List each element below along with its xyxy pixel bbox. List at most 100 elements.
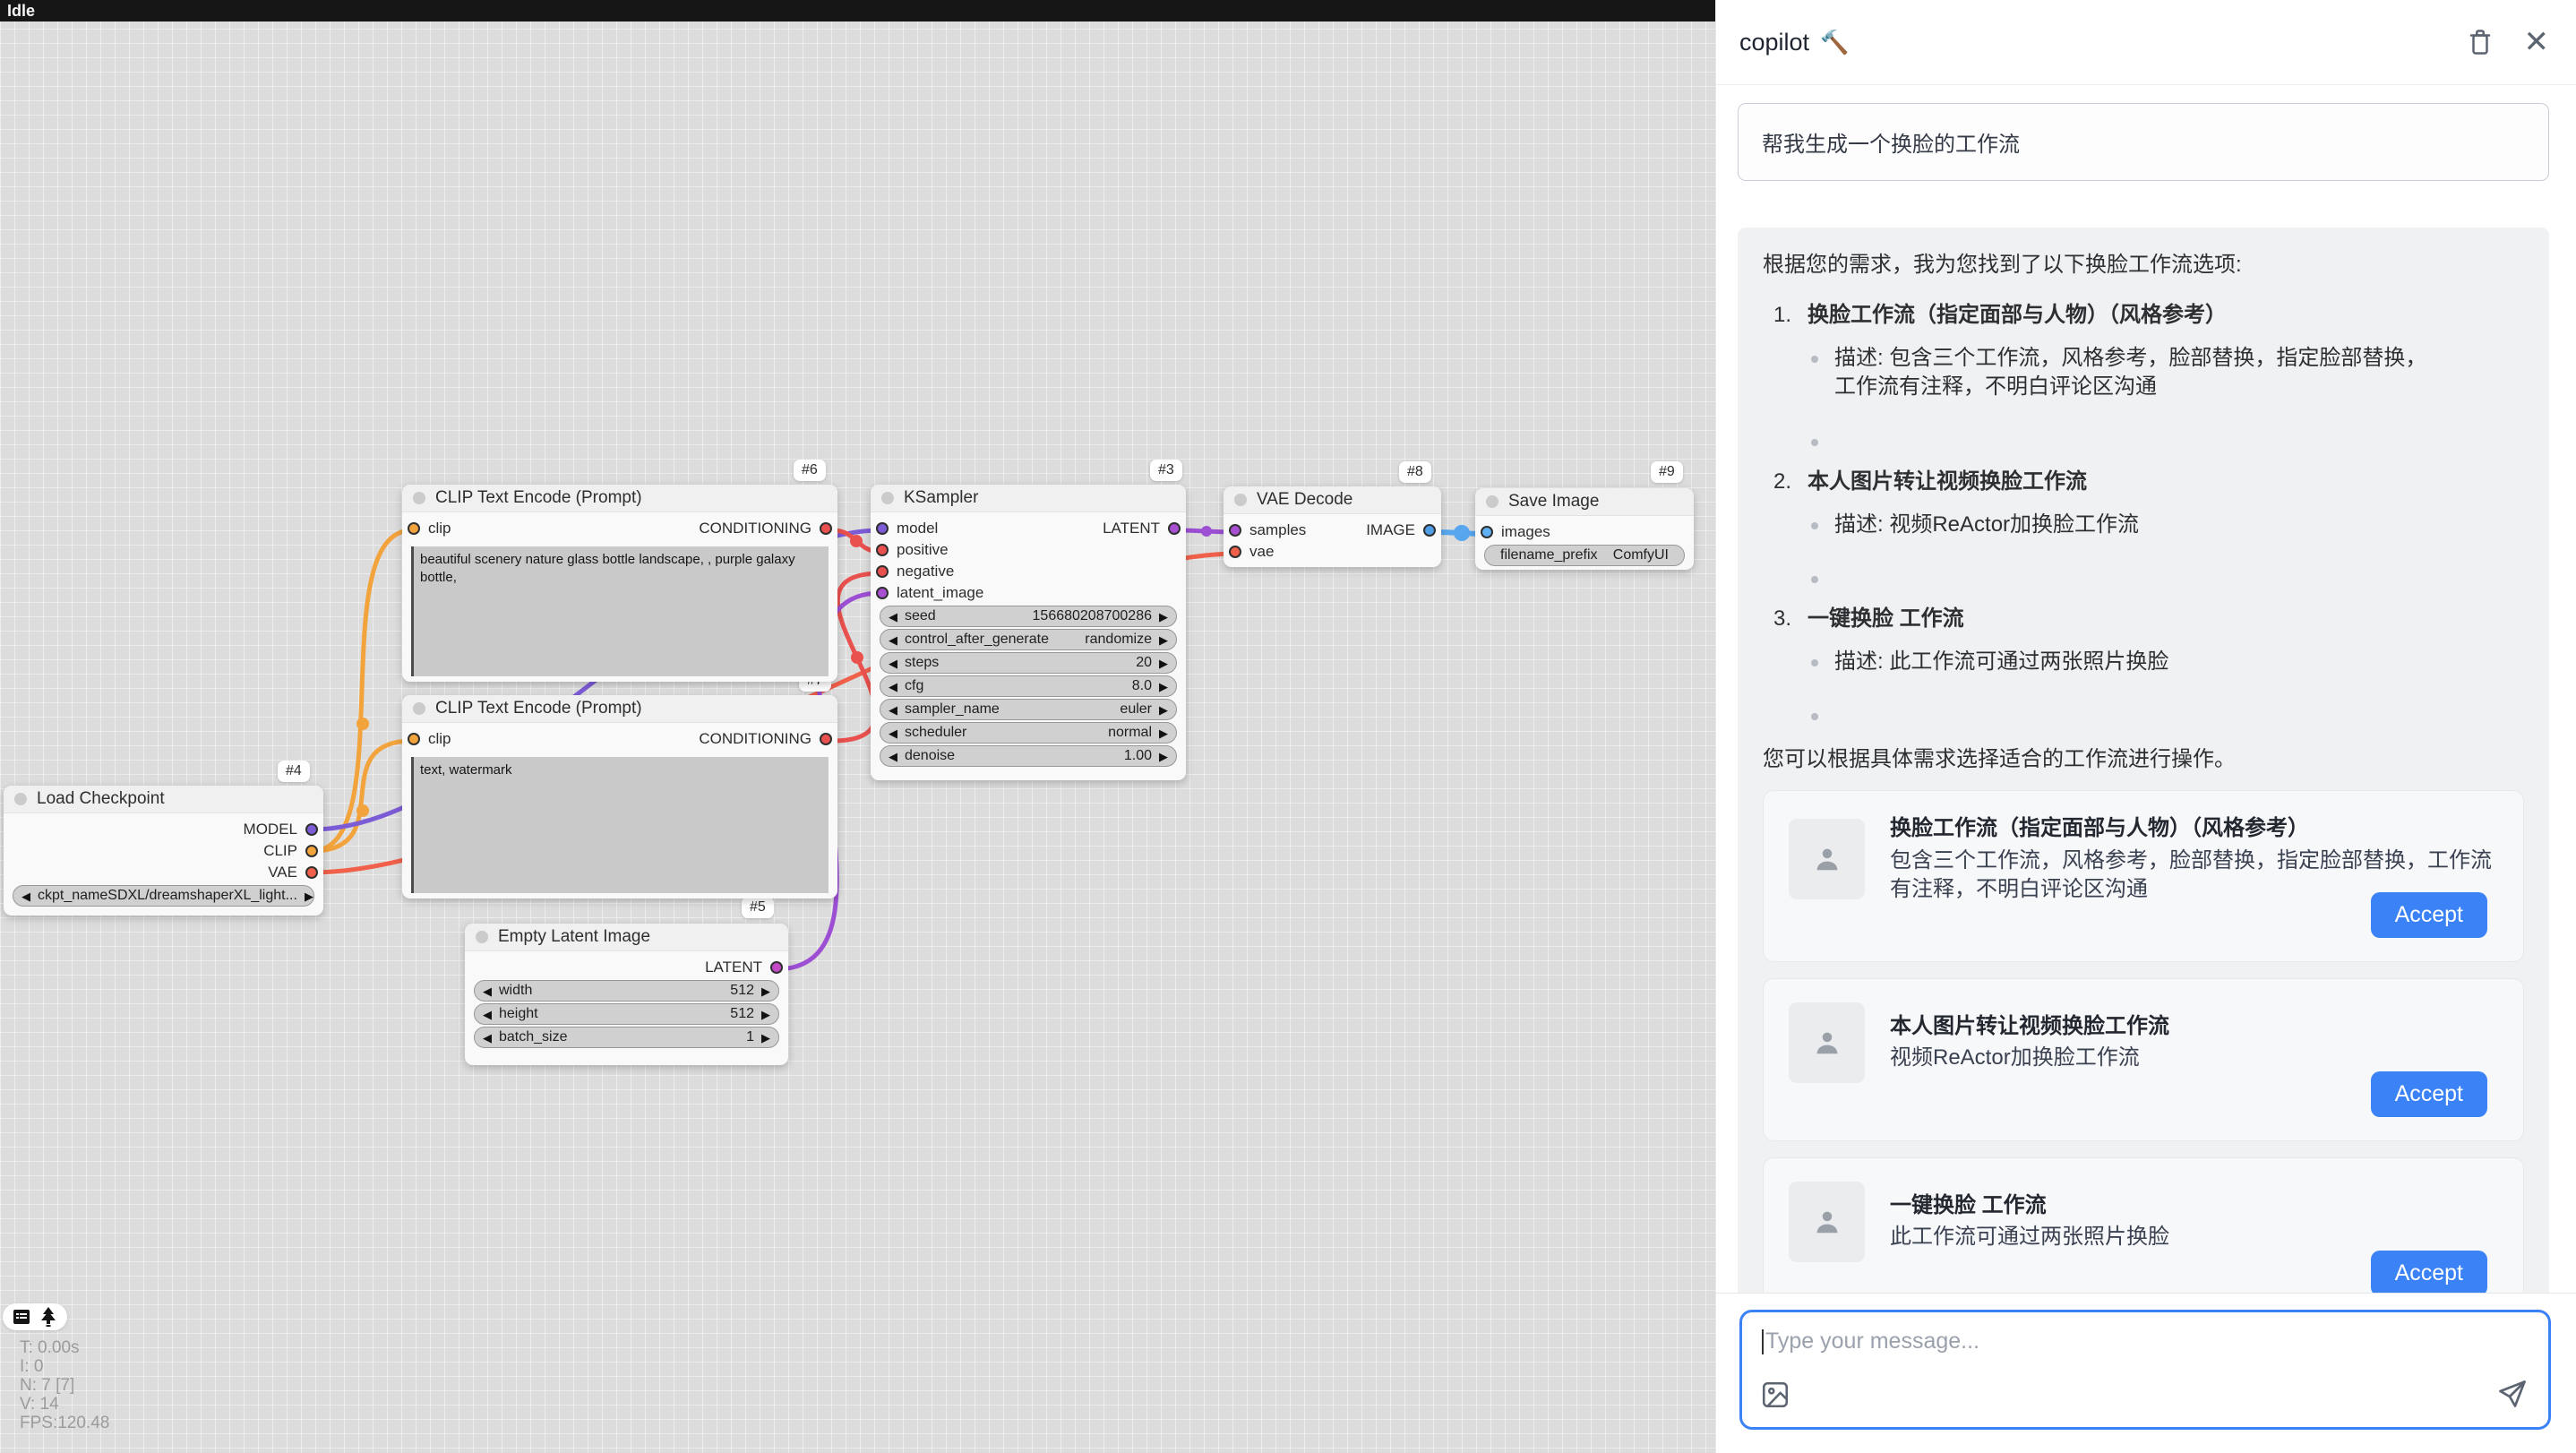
port-dot-conditioning[interactable] [820, 522, 832, 535]
node-load-checkpoint[interactable]: Load Checkpoint MODEL CLIP VAE ckpt_name… [4, 786, 323, 916]
node-titlebar[interactable]: KSampler [871, 485, 1186, 512]
canvas-toolbar[interactable] [3, 1303, 67, 1330]
node-clip-text-encode-negative[interactable]: CLIP Text Encode (Prompt) clip CONDITION… [402, 695, 837, 898]
input-port-negative[interactable]: negative [876, 563, 954, 580]
node-clip-text-encode-positive[interactable]: CLIP Text Encode (Prompt) clip CONDITION… [402, 485, 837, 682]
message-input[interactable]: Type your message... [1739, 1310, 2551, 1430]
port-dot-latent[interactable] [876, 587, 889, 599]
stepper-left-icon[interactable] [889, 611, 897, 623]
prompt-textarea[interactable]: text, watermark [411, 757, 829, 893]
collapse-dot-icon[interactable] [881, 492, 894, 504]
node-titlebar[interactable]: CLIP Text Encode (Prompt) [402, 695, 837, 723]
node-titlebar[interactable]: Load Checkpoint [4, 786, 323, 813]
node-titlebar[interactable]: VAE Decode [1224, 486, 1441, 514]
collapse-dot-icon[interactable] [1486, 495, 1498, 508]
control-after-generate-widget[interactable]: control_after_generaterandomize [880, 629, 1177, 650]
tree-icon[interactable] [39, 1307, 57, 1327]
clear-chat-button[interactable] [2467, 27, 2494, 57]
port-dot-clip[interactable] [305, 845, 318, 857]
stepper-right-icon[interactable] [1159, 634, 1168, 646]
close-icon[interactable]: ✕ [2524, 27, 2550, 57]
collapse-dot-icon[interactable] [1234, 494, 1247, 506]
denoise-widget[interactable]: denoise1.00 [880, 745, 1177, 767]
node-ksampler[interactable]: KSampler model LATENT positive negative … [871, 485, 1186, 780]
stepper-right-icon[interactable] [1159, 611, 1168, 623]
ckpt-name-widget[interactable]: ckpt_name SDXL/dreamshaperXL_light... [13, 885, 314, 907]
input-port-clip[interactable]: clip [408, 520, 451, 537]
port-dot-latent[interactable] [770, 961, 783, 974]
width-widget[interactable]: width512 [474, 980, 779, 1002]
port-dot-conditioning[interactable] [876, 544, 889, 556]
cfg-widget[interactable]: cfg8.0 [880, 675, 1177, 697]
output-port-vae[interactable]: VAE [268, 864, 318, 881]
node-titlebar[interactable]: CLIP Text Encode (Prompt) [402, 485, 837, 512]
node-graph-canvas[interactable]: #4 #6 #7 #3 #8 #9 #5 Load Checkpoint MOD… [0, 0, 1715, 1453]
port-dot-conditioning[interactable] [820, 733, 832, 745]
batch-size-widget[interactable]: batch_size1 [474, 1027, 779, 1048]
attach-image-icon[interactable] [1760, 1380, 1790, 1414]
input-port-images[interactable]: images [1481, 523, 1550, 541]
seed-widget[interactable]: seed156680208700286 [880, 606, 1177, 627]
stepper-right-icon[interactable] [761, 1032, 770, 1044]
stepper-left-icon[interactable] [889, 658, 897, 669]
output-port-conditioning[interactable]: CONDITIONING [699, 730, 832, 748]
port-dot-conditioning[interactable] [876, 565, 889, 578]
prompt-textarea[interactable]: beautiful scenery nature glass bottle la… [411, 546, 829, 676]
port-dot-model[interactable] [305, 823, 318, 836]
node-list-icon[interactable] [13, 1308, 30, 1326]
node-titlebar[interactable]: Save Image [1475, 488, 1694, 516]
output-port-image[interactable]: IMAGE [1366, 521, 1436, 539]
port-dot-clip[interactable] [408, 522, 420, 535]
output-port-latent[interactable]: LATENT [1103, 520, 1181, 537]
output-port-conditioning[interactable]: CONDITIONING [699, 520, 832, 537]
output-port-latent[interactable]: LATENT [705, 959, 783, 976]
input-port-model[interactable]: model [876, 520, 938, 537]
stepper-left-icon[interactable] [483, 1032, 492, 1044]
stepper-left-icon[interactable] [21, 890, 30, 902]
send-icon[interactable] [2496, 1378, 2529, 1414]
node-empty-latent-image[interactable]: Empty Latent Image LATENT width512 heigh… [465, 924, 788, 1065]
accept-button[interactable]: Accept [2371, 1251, 2487, 1293]
node-vae-decode[interactable]: VAE Decode samples IMAGE vae [1224, 486, 1441, 567]
stepper-left-icon[interactable] [889, 634, 897, 646]
port-dot-vae[interactable] [305, 866, 318, 879]
stepper-right-icon[interactable] [1159, 704, 1168, 716]
height-widget[interactable]: height512 [474, 1003, 779, 1025]
stepper-right-icon[interactable] [1159, 658, 1168, 669]
input-port-positive[interactable]: positive [876, 541, 949, 559]
stepper-left-icon[interactable] [483, 1009, 492, 1020]
stepper-right-icon[interactable] [305, 890, 313, 902]
stepper-left-icon[interactable] [483, 985, 492, 997]
input-port-latent-image[interactable]: latent_image [876, 584, 983, 602]
port-dot-clip[interactable] [408, 733, 420, 745]
stepper-right-icon[interactable] [1159, 727, 1168, 739]
steps-widget[interactable]: steps20 [880, 652, 1177, 674]
sampler-name-widget[interactable]: sampler_nameeuler [880, 699, 1177, 720]
scheduler-widget[interactable]: schedulernormal [880, 722, 1177, 744]
input-port-clip[interactable]: clip [408, 730, 451, 748]
stepper-right-icon[interactable] [1159, 681, 1168, 692]
node-titlebar[interactable]: Empty Latent Image [465, 924, 788, 951]
port-dot-vae[interactable] [1229, 546, 1241, 558]
chat-message-list[interactable]: 帮我生成一个换脸的工作流 根据您的需求，我为您找到了以下换脸工作流选项: 1. … [1716, 85, 2576, 1293]
stepper-right-icon[interactable] [761, 985, 770, 997]
stepper-left-icon[interactable] [889, 681, 897, 692]
collapse-dot-icon[interactable] [476, 931, 488, 943]
output-port-model[interactable]: MODEL [244, 821, 318, 838]
output-port-clip[interactable]: CLIP [263, 842, 318, 860]
stepper-left-icon[interactable] [889, 751, 897, 762]
input-port-vae[interactable]: vae [1229, 543, 1274, 561]
collapse-dot-icon[interactable] [14, 793, 27, 805]
port-dot-latent[interactable] [1168, 522, 1181, 535]
port-dot-model[interactable] [876, 522, 889, 535]
accept-button[interactable]: Accept [2371, 1071, 2487, 1117]
port-dot-latent[interactable] [1229, 524, 1241, 537]
node-save-image[interactable]: Save Image images filename_prefix ComfyU… [1475, 488, 1694, 570]
port-dot-image[interactable] [1423, 524, 1436, 537]
port-dot-image[interactable] [1481, 526, 1493, 538]
stepper-right-icon[interactable] [1159, 751, 1168, 762]
filename-prefix-widget[interactable]: filename_prefix ComfyUI [1484, 545, 1685, 566]
accept-button[interactable]: Accept [2371, 892, 2487, 938]
stepper-right-icon[interactable] [761, 1009, 770, 1020]
stepper-left-icon[interactable] [889, 704, 897, 716]
